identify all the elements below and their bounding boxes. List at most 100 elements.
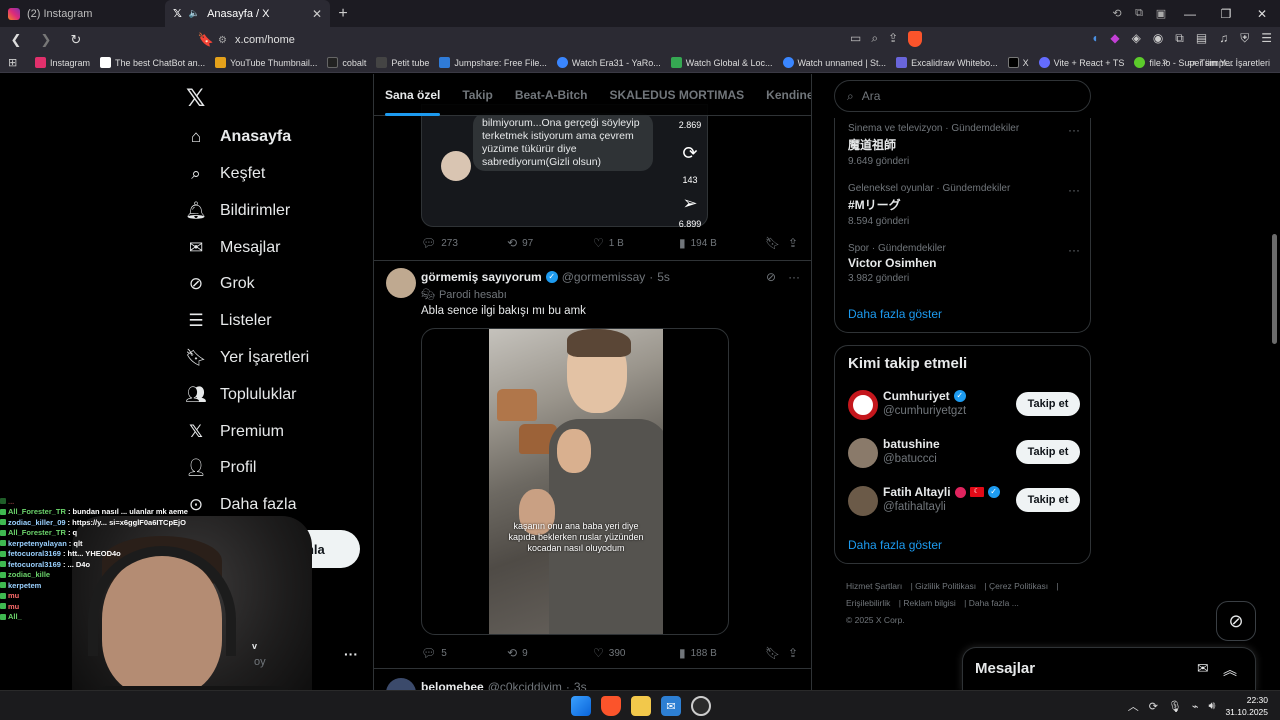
more-icon[interactable]: ··· <box>788 270 800 284</box>
reload-icon[interactable]: ↻ <box>66 32 86 48</box>
nav-grok[interactable]: ⊘ Grok <box>186 270 255 298</box>
views-button[interactable]: ▮ 194 B <box>679 236 717 250</box>
author-name[interactable]: belomebee <box>421 680 484 690</box>
x-logo-icon[interactable]: 𝕏 <box>186 84 205 113</box>
scrollbar[interactable] <box>1272 234 1277 344</box>
nav-home[interactable]: ⌂ Anasayfa <box>186 123 291 151</box>
bookmark-button[interactable]: 🔖︎ <box>765 236 780 250</box>
zoom-icon[interactable]: ⌕ <box>871 31 878 47</box>
close-tab-icon[interactable]: ✕ <box>312 7 322 21</box>
bookmark-item[interactable]: Watch Era31 - YaRo... <box>552 57 666 68</box>
author-handle[interactable]: @gormemissay <box>562 270 646 284</box>
footer-link[interactable]: Çerez Politikası <box>989 581 1048 591</box>
back-icon[interactable]: ❮ <box>6 32 26 48</box>
tab-for-you[interactable]: Sana özel <box>374 74 451 116</box>
bookmark-page-icon[interactable]: 🔖 <box>196 32 216 48</box>
bookmark-item[interactable]: cobalt <box>322 57 371 68</box>
account-menu-icon[interactable]: ··· <box>344 646 358 662</box>
nav-profile[interactable]: 👤︎ Profil <box>185 454 256 482</box>
brave-shield-icon[interactable] <box>908 31 923 47</box>
mail-app-icon[interactable]: ✉ <box>661 696 681 716</box>
bookmark-item[interactable]: Vite + React + TS <box>1034 57 1130 68</box>
grok-button[interactable]: ⊘ <box>1216 601 1256 641</box>
share-button[interactable]: ⇪ <box>788 236 798 250</box>
avatar[interactable] <box>386 268 416 298</box>
post-video[interactable]: kaşanın onu ana baba yeri diye kapıda be… <box>421 328 729 635</box>
obs-app-icon[interactable] <box>691 696 711 716</box>
follow-button[interactable]: Takip et <box>1016 392 1080 416</box>
footer-link[interactable]: Hizmet Şartları <box>846 581 902 591</box>
footer-link[interactable]: Reklam bilgisi <box>903 598 955 608</box>
author-name[interactable]: görmemiş sayıyorum <box>421 270 542 284</box>
nav-communities[interactable]: 👥︎ Topluluklar <box>185 381 296 409</box>
maximize-button[interactable]: ❐ <box>1208 7 1244 21</box>
extension-icon[interactable]: ◖ <box>1091 31 1098 46</box>
nav-messages[interactable]: ✉ Mesajlar <box>186 234 281 262</box>
sidebar-icon[interactable]: ▤ <box>1196 31 1207 46</box>
chevron-up-icon[interactable]: ︿ <box>1128 698 1139 714</box>
nav-lists[interactable]: ☰ Listeler <box>186 307 271 335</box>
bookmark-item[interactable]: The best ChatBot an... <box>95 57 210 68</box>
tab-instagram[interactable]: (2) Instagram <box>0 0 165 27</box>
extensions-icon[interactable]: ⧉ <box>1175 31 1184 46</box>
more-icon[interactable]: ··· <box>1068 123 1080 137</box>
bookmark-button[interactable]: 🔖︎ <box>765 646 780 660</box>
nav-premium[interactable]: 𝕏 Premium <box>186 418 284 446</box>
bookmark-item[interactable]: X <box>1003 57 1034 68</box>
more-icon[interactable]: ··· <box>1068 243 1080 257</box>
menu-icon[interactable]: ☰ <box>1261 31 1272 46</box>
shield-icon[interactable]: ⛨ <box>1240 31 1249 46</box>
url-field[interactable]: ⚙ x.com/home <box>218 31 938 49</box>
sync-icon[interactable]: ⟳ <box>1149 700 1158 713</box>
messages-drawer[interactable]: Mesajlar ✉ ︽ <box>962 647 1256 691</box>
nav-notifications[interactable]: 🔔︎ Bildirimler <box>185 197 290 225</box>
tab-list[interactable]: Beat-A-Bitch <box>504 74 599 116</box>
network-icon[interactable]: ⌁ <box>1192 700 1199 713</box>
like-button[interactable]: ♡ 390 <box>593 646 625 660</box>
bookmark-item[interactable]: Petit tube <box>371 57 434 68</box>
footer-link[interactable]: Erişilebilirlik <box>846 598 890 608</box>
repost-button[interactable]: ⟲ 97 <box>507 236 533 250</box>
follow-button[interactable]: Takip et <box>1016 488 1080 512</box>
nav-bookmarks[interactable]: 🔖︎ Yer İşaretleri <box>185 344 309 372</box>
avatar[interactable] <box>386 678 416 690</box>
file-explorer-icon[interactable] <box>631 696 651 716</box>
post-time[interactable]: 3s <box>574 680 587 690</box>
show-more-link[interactable]: Daha fazla göster <box>848 307 942 321</box>
extension-icon[interactable]: ◆ <box>1110 31 1119 46</box>
tab-x-home[interactable]: 𝕏 🔈 Anasayfa / X ✕ <box>165 0 330 27</box>
trend-item[interactable]: Sinema ve televizyon · Gündemdekiler 魔道祖… <box>848 123 1080 167</box>
share-icon[interactable]: ⇪ <box>888 31 898 47</box>
bookmark-item[interactable]: Watch Global & Loc... <box>666 57 778 68</box>
tab-list[interactable]: SKALEDUS MORTIMAS <box>598 74 755 116</box>
expand-icon[interactable]: ︽ <box>1223 660 1237 680</box>
reply-button[interactable]: 💬︎ 5 <box>421 646 447 660</box>
share-button[interactable]: ⇪ <box>788 646 798 660</box>
bookmark-item[interactable]: Watch unnamed | St... <box>778 57 892 68</box>
like-button[interactable]: ♡ 1 B <box>593 236 624 250</box>
minimize-button[interactable]: — <box>1172 7 1208 21</box>
clock[interactable]: 22:30 31.10.2025 <box>1225 694 1268 718</box>
trend-item[interactable]: Geleneksel oyunlar · Gündemdekiler #Mリーグ… <box>848 183 1080 227</box>
nav-explore[interactable]: ⌕ Keşfet <box>186 160 265 188</box>
bookmark-item[interactable]: Jumpshare: Free File... <box>434 57 552 68</box>
reply-button[interactable]: 💬︎ 273 <box>421 236 458 250</box>
brave-browser-icon[interactable] <box>601 696 621 716</box>
bookmark-item[interactable]: YouTube Thumbnail... <box>210 57 322 68</box>
post-time[interactable]: 5s <box>657 270 670 284</box>
extension-icon[interactable]: ◉ <box>1153 31 1163 46</box>
repost-button[interactable]: ⟲ 9 <box>507 646 528 660</box>
follow-suggestion[interactable]: batushine @batuccci Takip et <box>848 436 1080 470</box>
bookmark-item[interactable]: Excalidraw Whitebo... <box>891 57 1003 68</box>
volume-icon[interactable]: 🔊︎ <box>1209 700 1216 713</box>
extension-icon[interactable]: ◈ <box>1132 31 1141 46</box>
views-button[interactable]: ▮ 188 B <box>679 646 717 660</box>
footer-link[interactable]: Gizlilik Politikası <box>915 581 976 591</box>
music-icon[interactable]: ♫ <box>1219 31 1228 46</box>
extension-icon[interactable]: ▣ <box>1150 7 1172 20</box>
close-window-button[interactable]: ✕ <box>1244 7 1280 21</box>
tab-list[interactable]: Kendine Müz <box>755 74 811 116</box>
follow-button[interactable]: Takip et <box>1016 440 1080 464</box>
tab-following[interactable]: Takip <box>451 74 503 116</box>
site-info-icon[interactable]: ⚙ <box>218 35 227 46</box>
